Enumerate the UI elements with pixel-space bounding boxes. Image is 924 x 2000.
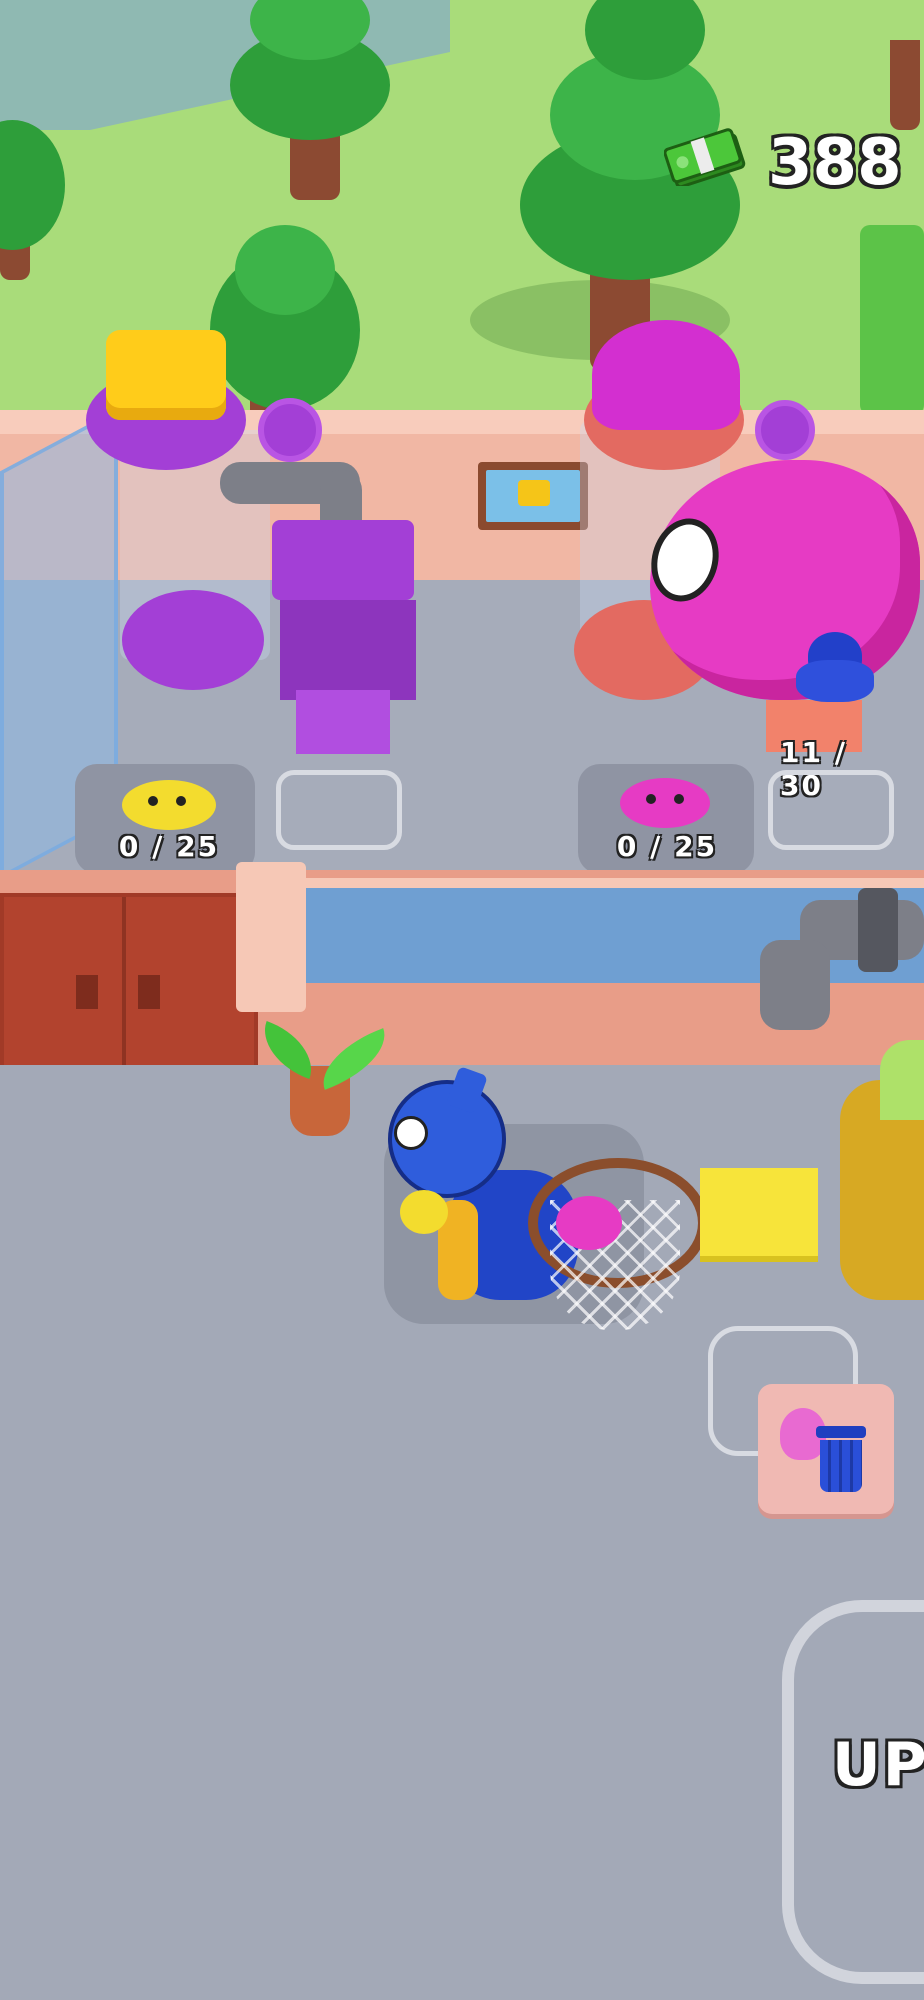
- press-body: [280, 600, 416, 700]
- valve: [755, 400, 815, 460]
- yellow-slime-counter: 0 / 25: [118, 830, 220, 863]
- pink-slime-counter: 0 / 25: [616, 830, 718, 863]
- caught-pink-slime: [556, 1196, 622, 1250]
- pipe: [760, 940, 830, 1030]
- yellow-slime-icon: [114, 770, 224, 830]
- tree-canopy: [235, 225, 335, 315]
- trash-can-lid: [816, 1426, 866, 1438]
- window-frame: [306, 878, 924, 888]
- valve: [258, 398, 322, 462]
- upgrade-zone-label: UPG: [832, 1730, 924, 1800]
- yellow-tank-base: [122, 590, 264, 690]
- yellow-drop-pad: [700, 1168, 818, 1256]
- blue-creature-icon: [796, 632, 874, 702]
- tree-trunk: [890, 40, 920, 130]
- empty-slot: [276, 770, 402, 850]
- game-scene: 11 / 30 0 / 25 0 / 25 UP 388: [0, 0, 924, 2000]
- double-door: [0, 893, 258, 1073]
- cash-display: 388: [662, 126, 922, 206]
- pipe-joint: [858, 888, 898, 972]
- cash-amount: 388: [768, 126, 902, 200]
- pink-slime-dome: [592, 320, 740, 430]
- yellow-slime-block: [106, 330, 226, 420]
- trash-can-icon: [820, 1440, 862, 1492]
- cash-bundle-icon: [664, 128, 746, 186]
- green-slime-top: [880, 1040, 924, 1120]
- pink-slime-icon: [614, 772, 720, 828]
- press-output: [296, 690, 390, 754]
- trash-button[interactable]: [758, 1384, 894, 1514]
- empty-slot: [768, 770, 894, 850]
- press-top: [272, 520, 414, 600]
- hedge: [860, 225, 924, 415]
- wall-pillar: [236, 862, 306, 1012]
- wall-picture-frame: [478, 462, 588, 530]
